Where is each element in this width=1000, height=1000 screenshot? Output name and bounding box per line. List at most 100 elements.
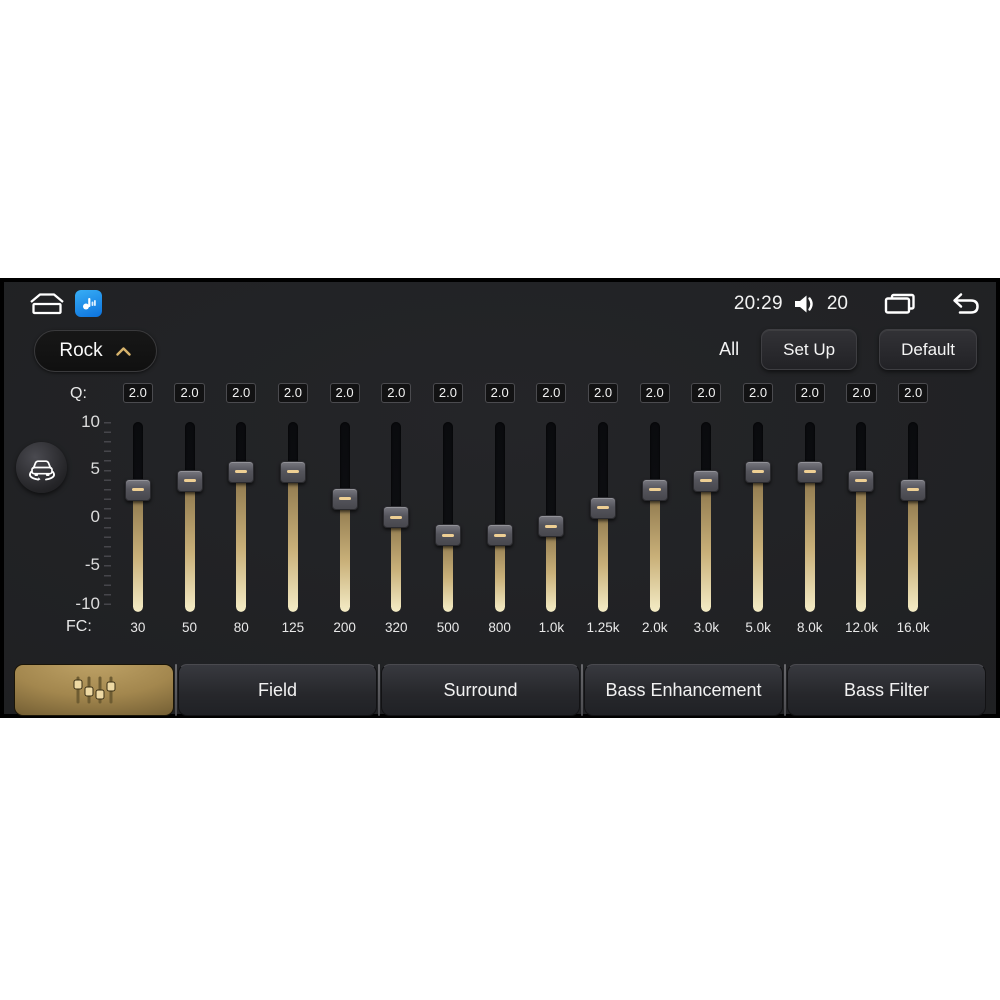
eq-slider-handle-3.0k[interactable]	[693, 469, 720, 492]
eq-band-3.0k	[681, 422, 733, 612]
eq-slider-track-50[interactable]	[184, 422, 195, 612]
gain-axis-label: 10	[81, 412, 100, 431]
tab-field[interactable]: Field	[178, 664, 377, 716]
frequency-label-800: 800	[488, 619, 511, 635]
tab-divider	[784, 664, 786, 716]
default-button[interactable]: Default	[879, 329, 977, 370]
q-value-5.0k[interactable]: 2.0	[743, 383, 774, 403]
eq-slider-track-16.0k[interactable]	[908, 422, 919, 612]
eq-band-800	[474, 422, 526, 612]
q-value-200[interactable]: 2.0	[329, 383, 360, 403]
eq-slider-handle-1.25k[interactable]	[590, 496, 617, 519]
q-value-125[interactable]: 2.0	[277, 383, 308, 403]
eq-slider-fill	[391, 517, 402, 612]
q-value-2.0k[interactable]: 2.0	[639, 383, 670, 403]
eq-band-500	[422, 422, 474, 612]
chevron-up-icon	[115, 346, 131, 356]
q-value-50[interactable]: 2.0	[174, 383, 205, 403]
eq-band-125	[267, 422, 319, 612]
eq-slider-handle-125[interactable]	[279, 460, 306, 483]
volume-icon[interactable]	[793, 293, 817, 315]
eq-slider-track-500[interactable]	[442, 422, 453, 612]
tab-divider	[378, 664, 380, 716]
eq-band-30	[112, 422, 164, 612]
eq-slider-track-5.0k[interactable]	[753, 422, 764, 612]
eq-band-50	[164, 422, 216, 612]
q-value-80[interactable]: 2.0	[226, 383, 257, 403]
frequency-label-8.0k: 8.0k	[797, 619, 823, 635]
tab-bass-filter[interactable]: Bass Filter	[787, 664, 986, 716]
eq-slider-track-30[interactable]	[132, 422, 143, 612]
eq-slider-handle-80[interactable]	[228, 460, 255, 483]
clock: 20:29	[733, 293, 783, 314]
eq-slider-handle-50[interactable]	[176, 469, 203, 492]
recents-icon[interactable]	[882, 292, 918, 316]
gain-axis: 10 5 0 -5 -10	[60, 282, 100, 714]
q-value-8.0k[interactable]: 2.0	[794, 383, 825, 403]
eq-slider-handle-1.0k[interactable]	[538, 515, 565, 538]
eq-slider-handle-500[interactable]	[434, 524, 461, 547]
eq-slider-handle-200[interactable]	[331, 487, 358, 510]
all-label[interactable]: All	[719, 339, 739, 360]
frequency-label-50: 50	[182, 619, 198, 635]
eq-band-320	[370, 422, 422, 612]
eq-slider-fill	[339, 498, 350, 612]
tab-bass-enhancement[interactable]: Bass Enhancement	[584, 664, 783, 716]
eq-band-8.0k	[784, 422, 836, 612]
frequency-label-1.25k: 1.25k	[586, 619, 620, 635]
status-bar: 20:29 20	[4, 286, 996, 322]
eq-slider-fill	[649, 489, 660, 612]
eq-slider-fill	[908, 489, 919, 612]
eq-slider-handle-2.0k[interactable]	[641, 478, 668, 501]
frequency-label-1.0k: 1.0k	[538, 619, 565, 635]
tab-label: Field	[257, 679, 297, 700]
car-sound-position-button[interactable]	[16, 442, 67, 493]
eq-slider-track-8.0k[interactable]	[804, 422, 815, 612]
eq-band-1.0k	[526, 422, 578, 612]
back-icon[interactable]	[946, 292, 982, 316]
eq-band-80	[215, 422, 267, 612]
eq-slider-fill	[236, 471, 247, 612]
eq-slider-track-800[interactable]	[494, 422, 505, 612]
eq-slider-handle-12.0k[interactable]	[848, 469, 875, 492]
frequency-label-500: 500	[436, 619, 460, 635]
bottom-tab-bar: Field Surround Bass Enhancement Bass Filter	[14, 664, 986, 716]
eq-slider-track-80[interactable]	[236, 422, 247, 612]
eq-slider-track-200[interactable]	[339, 422, 350, 612]
frequency-label-200: 200	[333, 619, 356, 635]
q-value-320[interactable]: 2.0	[381, 383, 412, 403]
q-value-500[interactable]: 2.0	[432, 383, 463, 403]
eq-band-1.25k	[577, 422, 629, 612]
eq-slider-handle-16.0k[interactable]	[900, 478, 927, 501]
eq-slider-track-2.0k[interactable]	[649, 422, 660, 612]
frequency-label-80: 80	[233, 619, 249, 635]
frequency-label-30: 30	[130, 619, 146, 635]
tab-surround[interactable]: Surround	[381, 664, 580, 716]
eq-slider-handle-800[interactable]	[486, 524, 513, 547]
eq-slider-track-3.0k[interactable]	[701, 422, 712, 612]
tab-label: Surround	[443, 679, 518, 700]
eq-slider-track-12.0k[interactable]	[856, 422, 867, 612]
q-value-30[interactable]: 2.0	[122, 383, 153, 403]
frequency-label-12.0k: 12.0k	[844, 619, 878, 635]
q-value-16.0k[interactable]: 2.0	[898, 383, 929, 403]
eq-band-2.0k	[629, 422, 681, 612]
q-value-1.25k[interactable]: 2.0	[587, 383, 619, 403]
q-value-12.0k[interactable]: 2.0	[846, 383, 877, 403]
q-values-row: 2.0 2.0 2.0 2.0 2.0 2.0 2.0 2.0 2.0 2.0 2.0 2.0 2.0 2…	[112, 382, 939, 404]
eq-slider-handle-320[interactable]	[383, 506, 410, 528]
tab-label: Bass Filter	[843, 679, 930, 700]
q-value-3.0k[interactable]: 2.0	[691, 383, 722, 403]
q-value-800[interactable]: 2.0	[484, 383, 515, 403]
set-up-button[interactable]: Set Up	[761, 329, 858, 370]
eq-band-5.0k	[732, 422, 784, 612]
frequency-labels-row: 30 50 80 125 200 320 500 800 1.0k 1.25k 2.0k 3.0k 5.…	[112, 618, 939, 636]
eq-slider-track-125[interactable]	[287, 422, 298, 612]
q-value-1.0k[interactable]: 2.0	[536, 383, 567, 403]
tab-equalizer[interactable]	[14, 664, 174, 716]
eq-slider-handle-5.0k[interactable]	[745, 460, 772, 483]
eq-slider-handle-8.0k[interactable]	[796, 460, 823, 483]
eq-slider-fill	[856, 480, 867, 612]
eq-slider-handle-30[interactable]	[124, 478, 151, 501]
eq-sliders-row	[112, 422, 939, 612]
